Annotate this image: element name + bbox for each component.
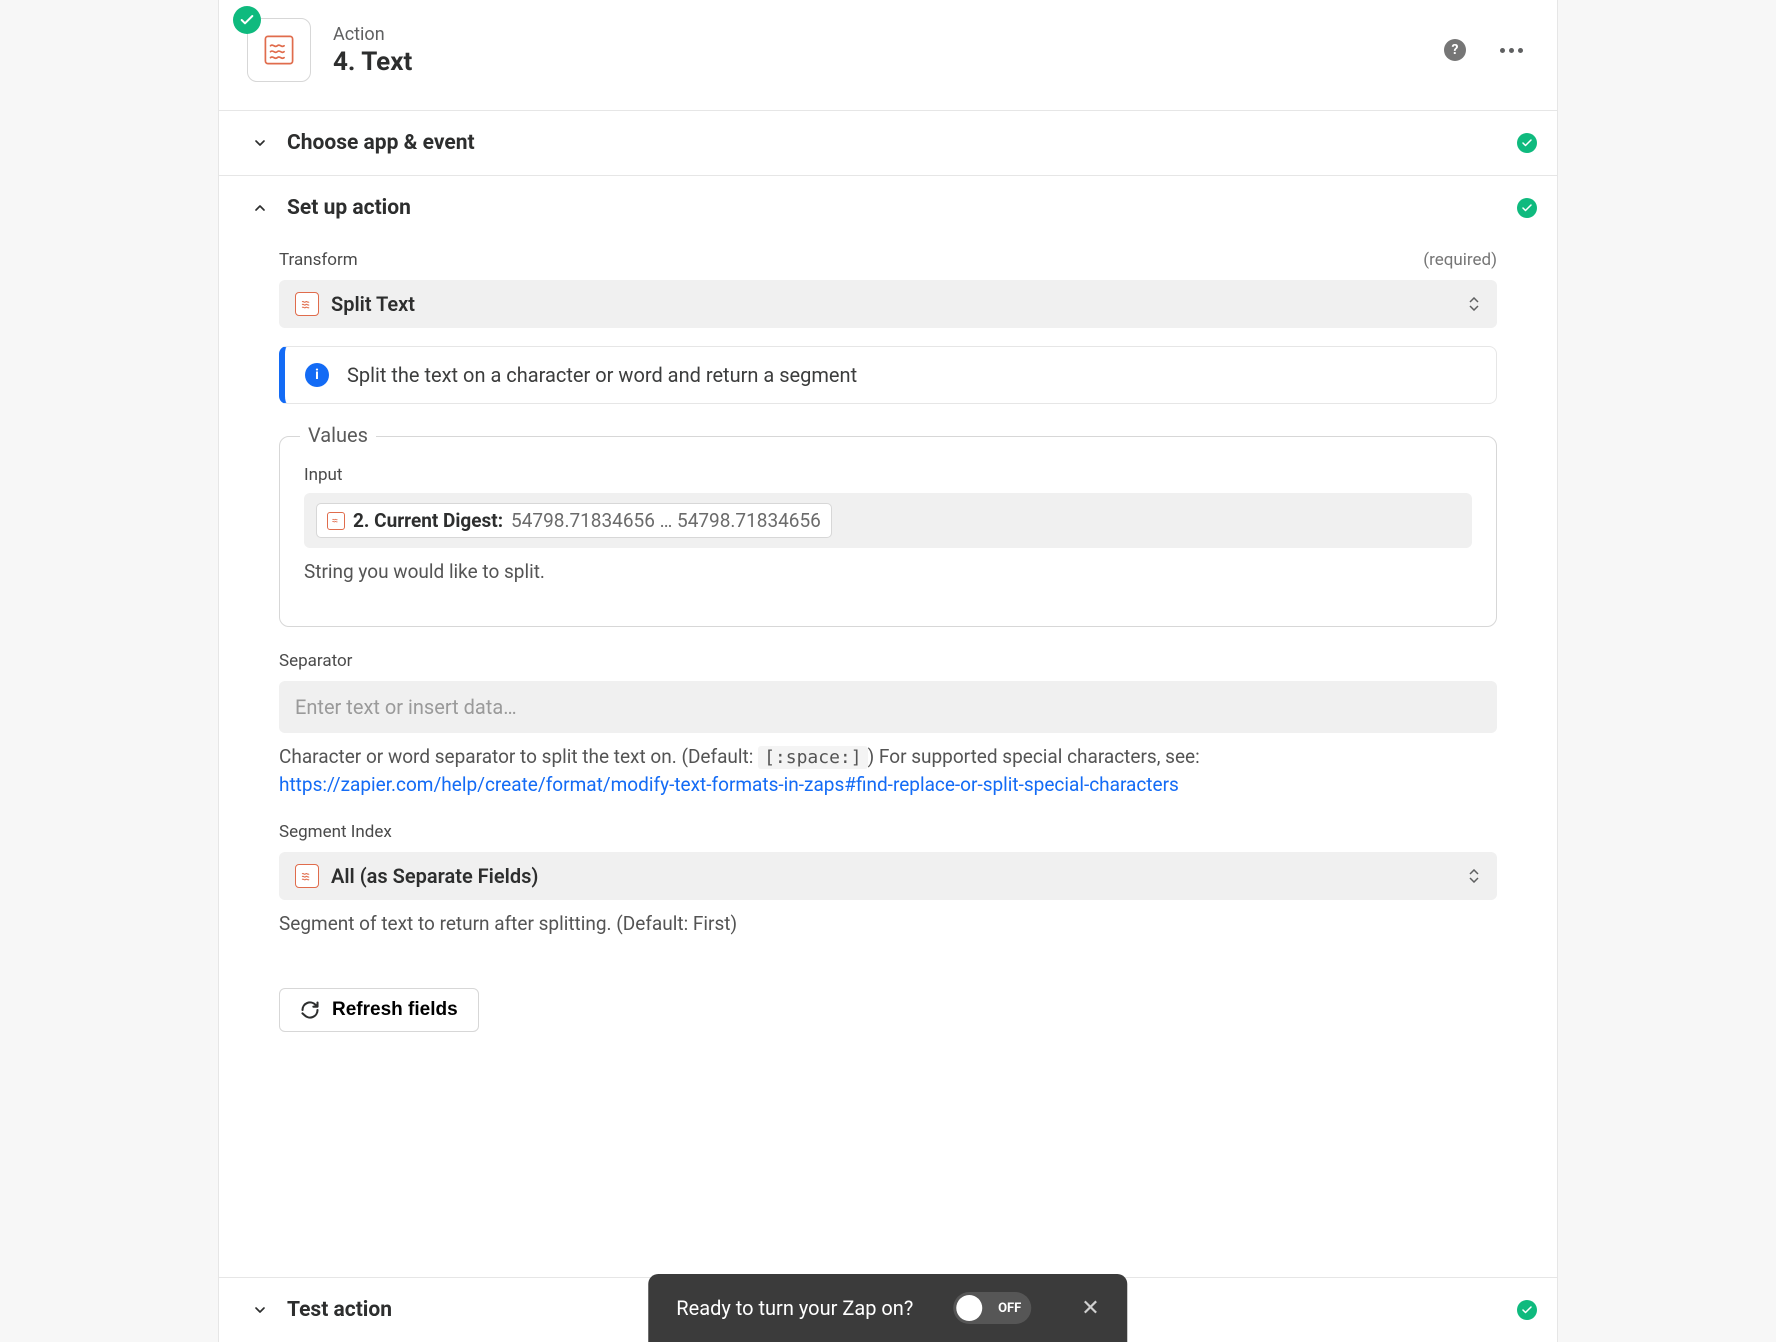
transform-select[interactable]: Split Text (279, 280, 1497, 328)
zap-on-toggle[interactable]: OFF (953, 1292, 1031, 1324)
section-setup-action[interactable]: Set up action (219, 175, 1557, 240)
token-label: 2. Current Digest: (353, 509, 503, 532)
formatter-tiny-icon (327, 512, 345, 530)
separator-help: Character or word separator to split the… (279, 743, 1497, 799)
chevron-down-icon (251, 134, 269, 152)
code-hint: [:space:] (758, 746, 868, 769)
chevron-up-icon (251, 199, 269, 217)
step-titles: Action 4. Text (333, 24, 1422, 77)
step-title: 4. Text (333, 47, 1422, 77)
segment-select[interactable]: All (as Separate Fields) (279, 852, 1497, 900)
refresh-icon (300, 1000, 320, 1020)
toggle-label: OFF (998, 1301, 1021, 1316)
check-icon (1517, 198, 1537, 218)
chevron-down-icon (251, 1301, 269, 1319)
check-icon (1517, 133, 1537, 153)
input-help: String you would like to split. (304, 558, 1472, 586)
info-text: Split the text on a character or word an… (347, 363, 857, 387)
help-link[interactable]: https://zapier.com/help/create/format/mo… (279, 773, 1179, 796)
fieldset-legend: Values (300, 423, 376, 447)
required-tag: (required) (1423, 250, 1497, 270)
sort-arrows-icon (1469, 869, 1479, 883)
transform-field: Transform (required) Split Text i Split … (279, 250, 1497, 404)
data-token[interactable]: 2. Current Digest: 54798.71834656 … 5479… (316, 503, 832, 538)
section-label: Set up action (287, 196, 1525, 220)
setup-action-content: Transform (required) Split Text i Split … (219, 240, 1557, 1072)
segment-help: Segment of text to return after splittin… (279, 910, 1497, 938)
separator-field: Separator Enter text or insert data… Cha… (279, 651, 1497, 799)
status-complete-badge (233, 6, 261, 34)
input-field[interactable]: 2. Current Digest: 54798.71834656 … 5479… (304, 493, 1472, 548)
check-icon (1517, 1300, 1537, 1320)
button-label: Refresh fields (332, 999, 458, 1021)
token-value: 54798.71834656 … 54798.71834656 (511, 509, 821, 532)
formatter-small-icon (295, 864, 319, 888)
info-banner: i Split the text on a character or word … (279, 346, 1497, 404)
help-suffix: ) For supported special characters, see: (868, 745, 1200, 768)
info-icon: i (305, 363, 329, 387)
separator-input[interactable]: Enter text or insert data… (279, 681, 1497, 733)
close-icon[interactable]: ✕ (1081, 1296, 1099, 1321)
segment-field: Segment Index All (as Separate Fields) S… (279, 822, 1497, 938)
field-label: Transform (279, 250, 358, 270)
step-subtitle: Action (333, 24, 1422, 45)
field-label: Separator (279, 651, 1497, 671)
section-label: Choose app & event (287, 131, 1525, 155)
field-label: Segment Index (279, 822, 1497, 842)
refresh-fields-button[interactable]: Refresh fields (279, 988, 479, 1032)
select-value: All (as Separate Fields) (331, 864, 1481, 888)
toggle-knob (956, 1295, 982, 1321)
step-header: Action 4. Text ? (219, 0, 1557, 110)
select-value: Split Text (331, 292, 1481, 316)
section-choose-app[interactable]: Choose app & event (219, 110, 1557, 175)
help-icon[interactable]: ? (1444, 39, 1466, 61)
formatter-small-icon (295, 292, 319, 316)
publish-text: Ready to turn your Zap on? (676, 1296, 913, 1320)
help-prefix: Character or word separator to split the… (279, 745, 758, 768)
app-icon-wrap (247, 18, 311, 82)
sort-arrows-icon (1469, 297, 1479, 311)
publish-bar: Ready to turn your Zap on? OFF ✕ (648, 1274, 1127, 1342)
overflow-menu-icon[interactable] (1500, 48, 1523, 53)
input-label: Input (304, 465, 1472, 485)
values-fieldset: Values Input 2. Current Digest: 54798.71… (279, 436, 1497, 627)
